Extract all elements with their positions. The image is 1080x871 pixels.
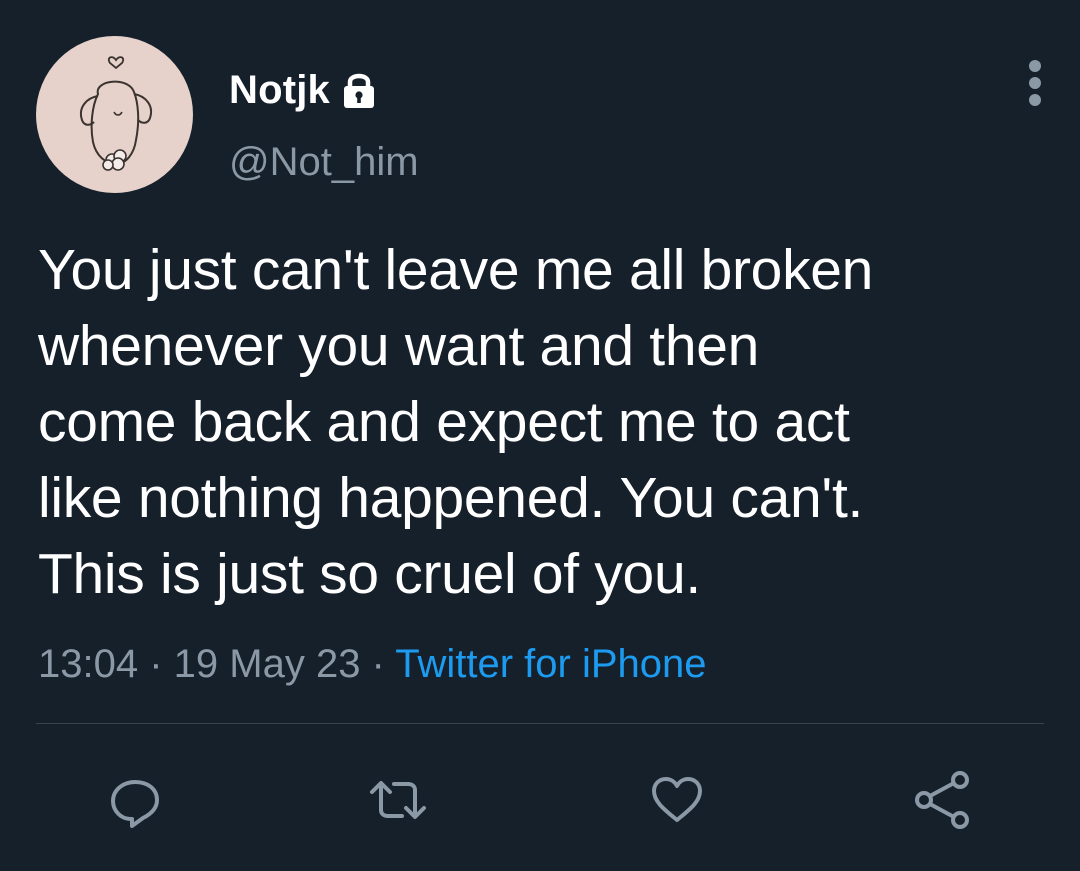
- share-icon: [915, 771, 969, 829]
- user-handle[interactable]: @Not_him: [229, 140, 419, 185]
- reply-button[interactable]: [103, 768, 167, 832]
- lock-icon: [340, 70, 378, 110]
- tweet-text: You just can't leave me all broken whene…: [38, 238, 874, 606]
- display-name[interactable]: Notjk: [229, 68, 330, 113]
- retweet-button[interactable]: [366, 768, 430, 832]
- tweet-source-link[interactable]: Twitter for iPhone: [395, 642, 706, 686]
- avatar-drawing-icon: [80, 56, 152, 171]
- reply-icon: [111, 780, 159, 828]
- more-options-button[interactable]: [1018, 56, 1052, 112]
- like-button[interactable]: [645, 768, 709, 832]
- tweet-date[interactable]: 19 May 23: [174, 642, 361, 686]
- author-name-row[interactable]: Notjk: [229, 62, 378, 118]
- tweet-time[interactable]: 13:04: [38, 642, 138, 686]
- divider: [36, 723, 1044, 724]
- more-vertical-icon: [1029, 60, 1041, 106]
- avatar[interactable]: [36, 36, 193, 193]
- heart-icon: [652, 777, 702, 822]
- meta-separator: ·: [138, 642, 174, 686]
- tweet-meta: 13:04 · 19 May 23 · Twitter for iPhone: [38, 638, 707, 690]
- share-button[interactable]: [910, 768, 974, 832]
- retweet-icon: [370, 781, 426, 819]
- meta-separator: ·: [360, 642, 396, 686]
- tweet-detail: Notjk @Not_him You just can't leave me a…: [0, 0, 1080, 871]
